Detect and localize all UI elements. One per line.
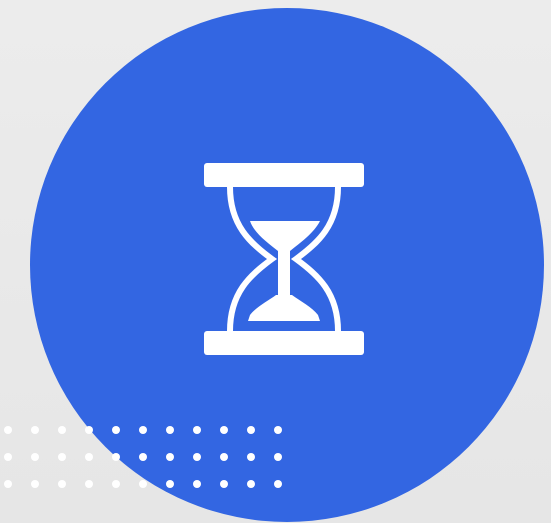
hourglass-icon [204,163,364,355]
dot-grid [4,426,282,488]
icon-graphic [0,0,551,523]
